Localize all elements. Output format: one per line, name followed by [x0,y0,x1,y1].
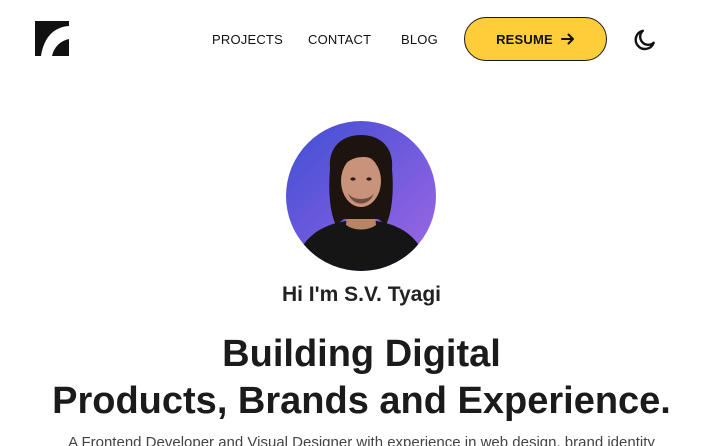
resume-button-label: RESUME [496,31,553,47]
avatar [286,121,436,271]
moon-icon[interactable] [632,27,658,53]
profile-photo [294,135,428,271]
hero-headline-line-1: Building Digital [222,333,501,375]
arrow-right-icon [560,33,574,45]
nav-link-projects[interactable]: PROJECTS [212,32,283,48]
hero-headline-line-2: Products, Brands and Experience. [52,380,671,422]
nav-link-contact[interactable]: CONTACT [308,32,371,48]
portfolio-page: PROJECTS CONTACT BLOG RESUME Hi I'm S.V.… [0,0,723,446]
hero-headline: Building Digital Products, Brands and Ex… [0,331,723,425]
nav-link-blog[interactable]: BLOG [401,32,438,48]
hero-greeting: Hi I'm S.V. Tyagi [281,283,442,306]
resume-button[interactable]: RESUME [464,17,607,61]
main-nav: PROJECTS CONTACT BLOG [0,0,723,80]
hero-intro-text: A Frontend Developer and Visual Designer… [68,434,655,446]
